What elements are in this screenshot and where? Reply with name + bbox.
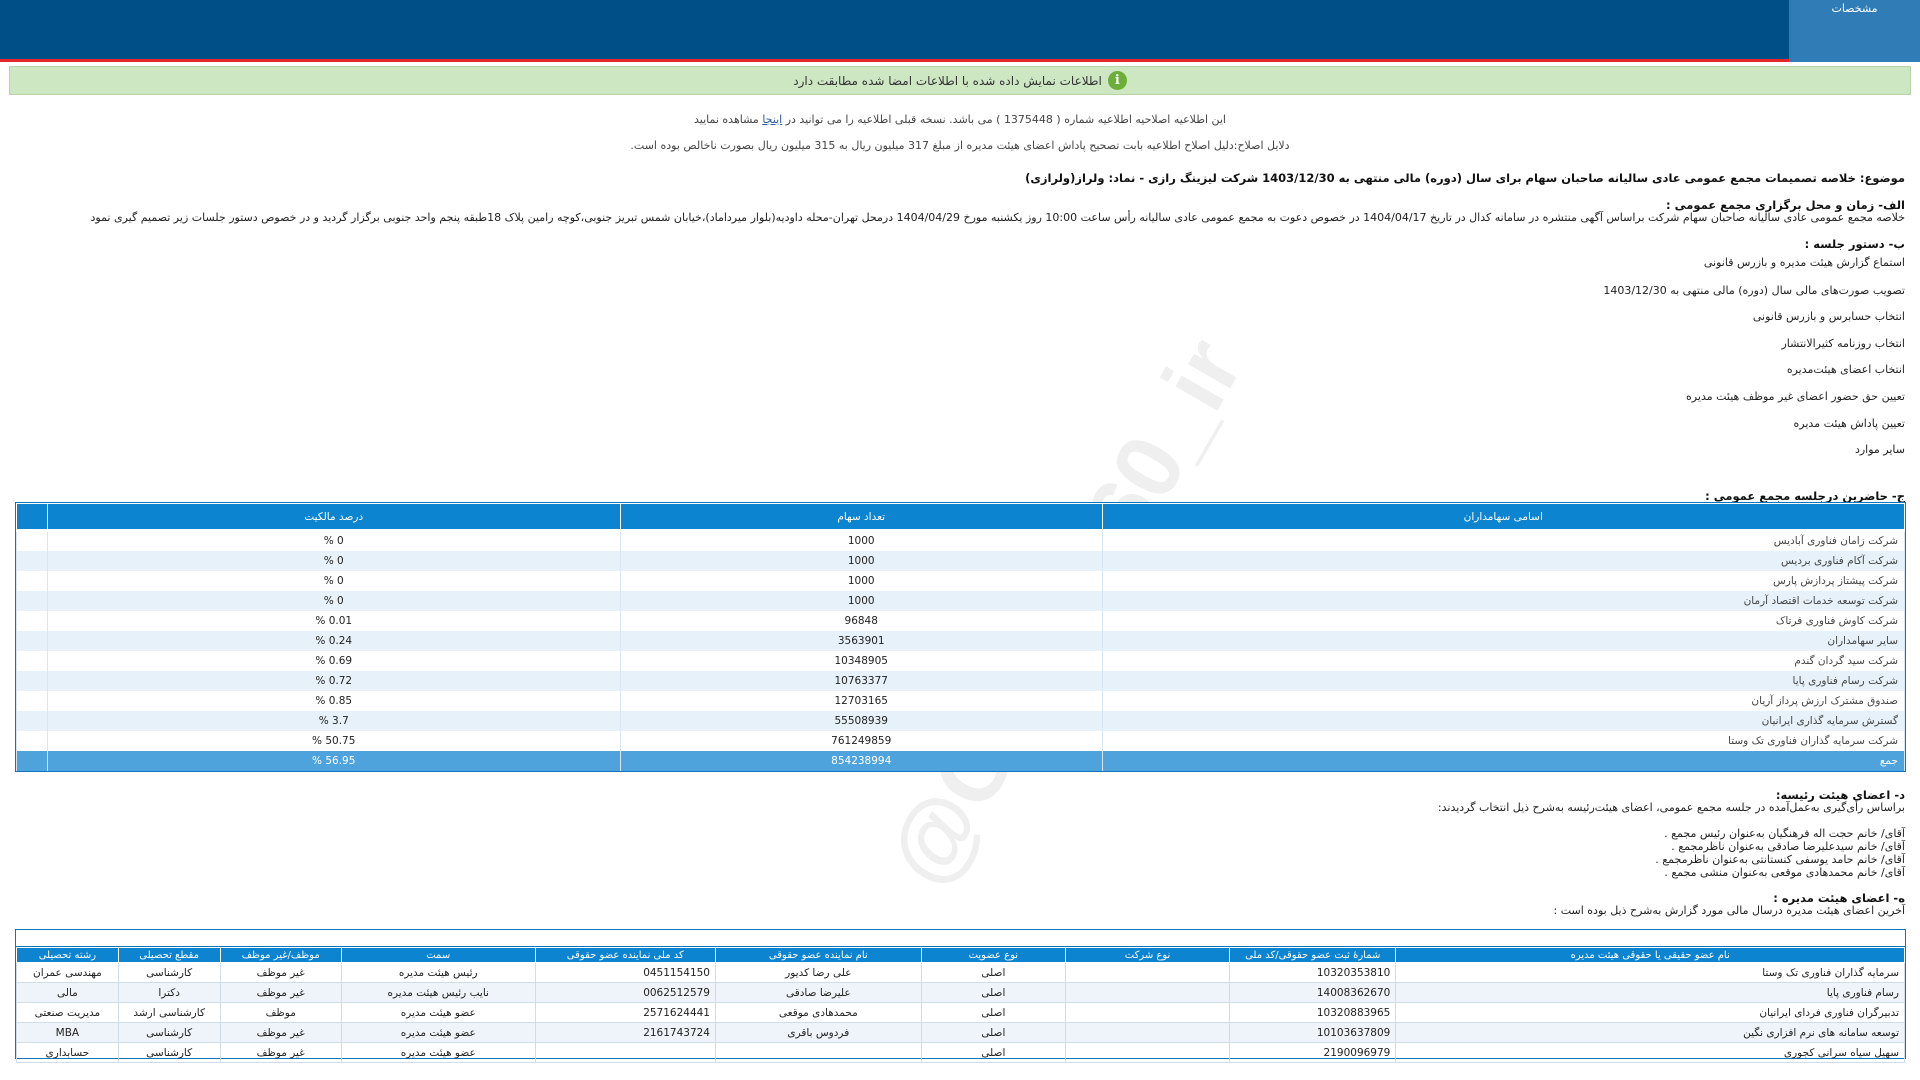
table-row: صندوق مشترک ارزش پرداز آریان 12703165 0.85… — [16, 690, 1906, 711]
col-header-membership-type: نوع عضویت — [920, 947, 1067, 963]
agenda-item: تصویب صورت‌های مالی سال (دوره) مالی منته… — [1603, 284, 1905, 297]
correction-notice: این اطلاعیه اصلاحیه اطلاعیه شماره ( 1375… — [693, 113, 1226, 126]
table-row: سرمایه گذاران فناوری تک وستا 10320353810 ا… — [16, 962, 1905, 983]
table-row: شرکت سید گردان گندم 10348905 0.69 % — [16, 650, 1906, 671]
agenda-item: استماع گزارش هیئت مدیره و بازرس قانونی — [1703, 256, 1905, 269]
agenda-item: تعیین پاداش هیئت مدیره — [1793, 417, 1905, 430]
col-header-shares: تعداد سهام — [619, 503, 1103, 532]
previous-version-link[interactable]: اینجا — [762, 113, 782, 126]
agenda-item: انتخاب روزنامه کثیرالانتشار — [1781, 337, 1905, 350]
presidium-member: آقای/ خانم حامد یوسفی کنستانتی به‌عنوان … — [1655, 853, 1905, 866]
table-row: شرکت پیشتاز پردازش پارس 1000 0 % — [16, 570, 1906, 591]
col-header-representative: نام نماینده عضو حقوقی — [715, 947, 922, 963]
col-header-member-name: نام عضو حقیقی یا حقوقی هیئت مدیره — [1395, 947, 1905, 963]
section-b-title: ب- دستور جلسه : — [1804, 237, 1905, 251]
table-row: شرکت آکام فناوری بردیس 1000 0 % — [16, 550, 1906, 571]
col-header-rep-national-id: کد ملی نماینده عضو حقوقی — [534, 947, 717, 963]
col-header-duty: موظف/غیر موظف — [219, 947, 342, 963]
col-header-registration: شمارهٔ ثبت عضو حقوقی/کد ملی — [1229, 947, 1397, 963]
section-a-text: خلاصه مجمع عمومی عادی سالیانه صاحبان سها… — [90, 211, 1905, 224]
table-row: گسترش سرمایه گذاری ایرانیان 55508939 3.7 % — [16, 710, 1906, 731]
section-e-intro: آخرین اعضای هیئت مدیره درسال مالی مورد گ… — [1553, 904, 1905, 917]
presidium-member: آقای/ خانم حجت اله فرهنگیان به‌عنوان رئی… — [1664, 827, 1905, 840]
col-header-field: رشته تحصیلی — [16, 947, 119, 963]
subject-title: موضوع: خلاصه تصمیمات مجمع عمومی عادی سال… — [1025, 171, 1905, 185]
agenda-item: سایر موارد — [1854, 443, 1905, 456]
info-icon: i — [1107, 71, 1127, 90]
table-row: سهیل سیاه سرانی کجوری 2190096979 اصلی عضو ه… — [16, 1042, 1905, 1063]
col-header-percent: درصد مالکیت — [46, 503, 621, 532]
table-row: سایر سهامداران 3563901 0.24 % — [16, 630, 1906, 651]
agenda-item: تعیین حق حضور اعضای غیر موظف هیئت مدیره — [1686, 390, 1905, 403]
table-row: شرکت سرمایه گذاران فناوری تک وستا 7612498… — [16, 730, 1906, 751]
presidium-member: آقای/ خانم محمدهادی موقعی به‌عنوان منشی … — [1664, 866, 1905, 879]
section-e-title: ه- اعضای هیئت مدیره : — [1773, 891, 1905, 905]
details-tab[interactable]: مشخصات — [1789, 0, 1920, 62]
col-header-position: سمت — [340, 947, 536, 963]
top-header: مشخصات — [0, 0, 1920, 62]
section-d-intro: براساس رأی‌گیری به‌عمل‌آمده در جلسه مجمع… — [1437, 801, 1905, 814]
col-header-company-type: نوع شرکت — [1065, 947, 1231, 963]
banner-text: اطلاعات نمایش داده شده با اطلاعات امضا ش… — [793, 73, 1102, 88]
agenda-item: انتخاب اعضای هیئت‌مدیره — [1786, 363, 1905, 376]
table-row: شرکت زامان فناوری آبادیس 1000 0 % — [16, 530, 1906, 551]
col-header-degree: مقطع تحصیلی — [117, 947, 221, 963]
correction-reason: دلایل اصلاح:دلیل اصلاح اطلاعیه بابت تصحی… — [630, 139, 1290, 152]
agenda-item: انتخاب حسابرس و بازرس قانونی — [1752, 310, 1905, 323]
section-a-title: الف- زمان و محل برگزاری مجمع عمومی : — [1666, 198, 1905, 212]
table-row: شرکت توسعه خدمات اقتصاد آرمان 1000 0 % — [16, 590, 1906, 611]
table-row: تدبیرگران فناوری فردای ایرانیان 103208839… — [16, 1002, 1905, 1023]
total-row: جمع 854238994 56.95 % — [16, 750, 1906, 771]
presidium-member: آقای/ خانم سیدعلیرضا صادقی به‌عنوان ناظر… — [1671, 840, 1905, 853]
col-header-blank — [16, 503, 48, 532]
shareholders-table: اسامی سهامداران تعداد سهام درصد مالکیت ش… — [15, 502, 1906, 772]
table-row: رسام فناوری پایا 14008362670 اصلی علیرضا صا… — [16, 982, 1905, 1003]
board-members-table: نام عضو حقیقی یا حقوقی هیئت مدیره شمارهٔ… — [15, 929, 1906, 1063]
signature-match-banner: i اطلاعات نمایش داده شده با اطلاعات امضا… — [9, 66, 1911, 95]
table-row: شرکت رسام فناوری پایا 10763377 0.72 % — [16, 670, 1906, 691]
section-c-title: ج- حاضرین درجلسه مجمع عمومی : — [1705, 489, 1905, 503]
table-row: توسعه سامانه های نرم افزاری نگین 10103637… — [16, 1022, 1905, 1043]
section-d-title: د- اعضای هیئت رئیسه: — [1775, 788, 1905, 802]
table-row: شرکت کاوش فناوری فرتاک 96848 0.01 % — [16, 610, 1906, 631]
col-header-shareholder: اسامی سهامداران — [1101, 503, 1906, 532]
